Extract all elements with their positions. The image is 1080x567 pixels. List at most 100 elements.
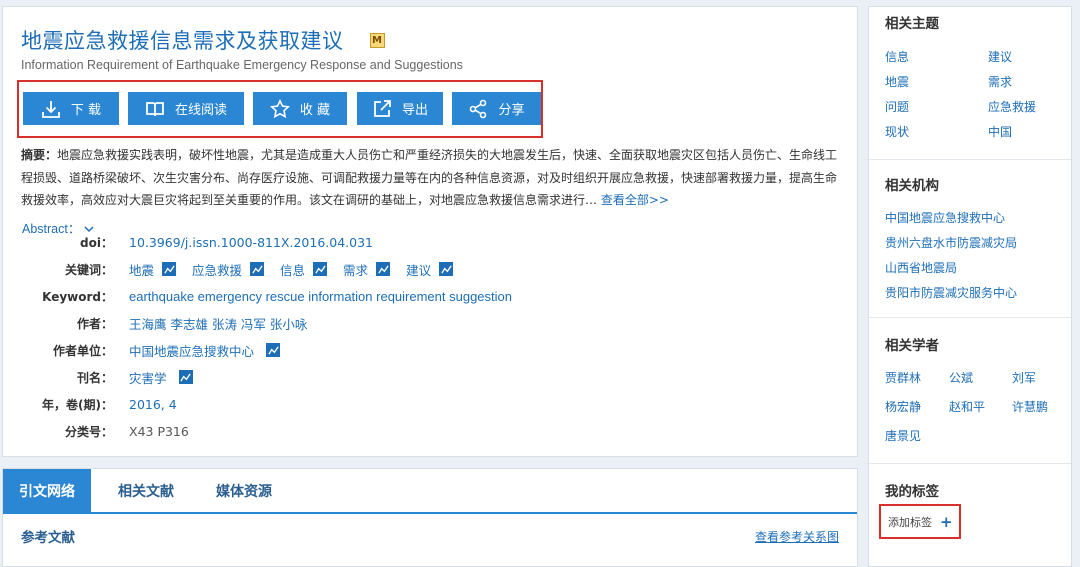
topic-link[interactable]: 地震 — [885, 73, 909, 90]
org-label: 作者单位： — [52, 343, 113, 358]
add-tag-button[interactable]: 添加标签 + — [879, 504, 961, 539]
sidebar-divider — [869, 159, 1071, 160]
action-button-group: 下 载 在线阅读 收 藏 导出 分享 — [17, 80, 543, 138]
topic-link[interactable]: 信息 — [885, 48, 909, 65]
keyword-link[interactable]: 地震 — [129, 260, 154, 279]
journal-value: 灾害学 — [129, 368, 193, 387]
topic-link[interactable]: 中国 — [988, 123, 1012, 140]
view-full-abstract-link[interactable]: 查看全部>> — [601, 193, 669, 207]
journal-link[interactable]: 灾害学 — [129, 368, 167, 387]
keyword-en-links[interactable]: earthquake emergency rescue information … — [129, 289, 512, 304]
org-link[interactable]: 山西省地震局 — [885, 259, 957, 276]
scholar-link[interactable]: 许慧鹏 — [1012, 398, 1048, 415]
sidebar-divider — [869, 463, 1071, 464]
share-button-label: 分享 — [498, 103, 525, 118]
download-icon — [42, 100, 60, 118]
topic-link[interactable]: 现状 — [885, 123, 909, 140]
related-tabs-panel: 引文网络 相关文献 媒体资源 参考文献 查看参考关系图 — [2, 468, 858, 567]
scholar-link[interactable]: 贾群林 — [885, 369, 921, 386]
read-online-button[interactable]: 在线阅读 — [128, 92, 244, 125]
favorite-button[interactable]: 收 藏 — [253, 92, 347, 125]
class-value: X43 P316 — [129, 423, 189, 439]
topic-link[interactable]: 需求 — [988, 73, 1012, 90]
abstract-label: 摘要： — [21, 148, 58, 162]
keyword-link[interactable]: 信息 — [280, 260, 305, 279]
doi-link[interactable]: 10.3969/j.issn.1000-811X.2016.04.031 — [129, 235, 373, 250]
trend-icon[interactable] — [178, 370, 193, 384]
keyword-link[interactable]: 需求 — [343, 260, 368, 279]
trend-icon[interactable] — [266, 343, 281, 357]
meta-issue: 年，卷(期)： 2016, 4 — [3, 394, 177, 414]
org-link[interactable]: 贵州六盘水市防震减灾局 — [885, 234, 1017, 251]
org-value: 中国地震应急搜救中心 — [129, 341, 281, 360]
issue-label: 年，卷(期)： — [42, 397, 113, 412]
references-heading: 参考文献 — [21, 530, 75, 546]
meta-authors: 作者： 王海鹰 李志雄 张涛 冯军 张小咏 — [3, 313, 307, 333]
download-button-label: 下 载 — [70, 103, 102, 118]
view-reference-graph-link[interactable]: 查看参考关系图 — [755, 528, 839, 545]
sidebar-divider — [869, 317, 1071, 318]
share-icon — [470, 99, 487, 118]
topic-link[interactable]: 应急救援 — [988, 98, 1036, 115]
journal-label: 刊名： — [76, 370, 113, 385]
keyword-en-label: Keyword： — [42, 289, 113, 304]
keyword-item[interactable]: 应急救援 — [192, 260, 265, 279]
favorite-button-label: 收 藏 — [299, 103, 331, 118]
scholar-link[interactable]: 杨宏静 — [885, 398, 921, 415]
export-button[interactable]: 导出 — [357, 92, 443, 125]
book-icon — [146, 101, 164, 116]
plus-icon: + — [940, 512, 953, 531]
title-row: 地震应急救援信息需求及获取建议 M — [21, 25, 385, 55]
keyword-item[interactable]: 地震 — [129, 260, 177, 279]
authors-links[interactable]: 王海鹰 李志雄 张涛 冯军 张小咏 — [129, 314, 307, 333]
share-button[interactable]: 分享 — [452, 92, 541, 125]
issue-link[interactable]: 2016, 4 — [129, 397, 177, 412]
scholar-link[interactable]: 赵和平 — [949, 398, 985, 415]
org-link[interactable]: 中国地震应急搜救中心 — [885, 209, 1005, 226]
trend-icon[interactable] — [162, 262, 177, 276]
my-tags-heading: 我的标签 — [885, 484, 939, 500]
trend-icon[interactable] — [439, 262, 454, 276]
topic-link[interactable]: 建议 — [988, 48, 1012, 65]
scholar-link[interactable]: 刘军 — [1012, 369, 1036, 386]
keyword-item[interactable]: 建议 — [406, 260, 454, 279]
abstract-text: 摘要：地震应急救援实践表明，破坏性地震，尤其是造成重大人员伤亡和严重经济损失的大… — [21, 144, 843, 212]
topic-link[interactable]: 问题 — [885, 98, 909, 115]
tab-related-literature[interactable]: 相关文献 — [103, 469, 189, 512]
tab-media-resources[interactable]: 媒体资源 — [201, 469, 287, 512]
trend-icon[interactable] — [313, 262, 328, 276]
tab-citation-network[interactable]: 引文网络 — [3, 469, 91, 512]
meta-keyword-en: Keyword： earthquake emergency rescue inf… — [3, 286, 512, 306]
article-title: 地震应急救援信息需求及获取建议 — [21, 29, 344, 53]
class-label: 分类号： — [64, 424, 113, 439]
article-detail-panel: 地震应急救援信息需求及获取建议 M Information Requiremen… — [2, 6, 858, 457]
keyword-item[interactable]: 需求 — [343, 260, 391, 279]
download-button[interactable]: 下 载 — [23, 92, 119, 125]
sidebar: 相关主题 信息 建议 地震 需求 问题 应急救援 现状 中国 相关机构 中国地震… — [868, 6, 1072, 567]
related-scholars-heading: 相关学者 — [885, 338, 939, 354]
org-link[interactable]: 贵阳市防震减灾服务中心 — [885, 284, 1017, 301]
authors-label: 作者： — [76, 316, 113, 331]
meta-doi: doi： 10.3969/j.issn.1000-811X.2016.04.03… — [3, 232, 373, 252]
export-icon — [374, 99, 391, 117]
star-icon — [269, 98, 290, 118]
meta-organization: 作者单位： 中国地震应急搜救中心 — [3, 340, 281, 360]
keyword-item[interactable]: 信息 — [280, 260, 328, 279]
meta-classification: 分类号： X43 P316 — [3, 421, 189, 441]
keyword-link[interactable]: 建议 — [406, 260, 431, 279]
scholar-link[interactable]: 公斌 — [949, 369, 973, 386]
tab-bar: 引文网络 相关文献 媒体资源 — [3, 469, 857, 514]
export-button-label: 导出 — [401, 103, 428, 118]
keyword-link[interactable]: 应急救援 — [192, 260, 242, 279]
keywords-label: 关键词： — [64, 262, 113, 277]
scholar-link[interactable]: 唐景见 — [885, 427, 921, 444]
doi-label: doi： — [80, 235, 113, 250]
related-topics-heading: 相关主题 — [885, 16, 939, 32]
trend-icon[interactable] — [376, 262, 391, 276]
add-tag-label: 添加标签 — [888, 515, 932, 529]
article-title-english: Information Requirement of Earthquake Em… — [21, 58, 463, 72]
abstract-body: 地震应急救援实践表明，破坏性地震，尤其是造成重大人员伤亡和严重经济损失的大地震发… — [21, 148, 838, 207]
org-link[interactable]: 中国地震应急搜救中心 — [129, 341, 254, 360]
trend-icon[interactable] — [250, 262, 265, 276]
format-badge-icon[interactable]: M — [369, 32, 385, 48]
